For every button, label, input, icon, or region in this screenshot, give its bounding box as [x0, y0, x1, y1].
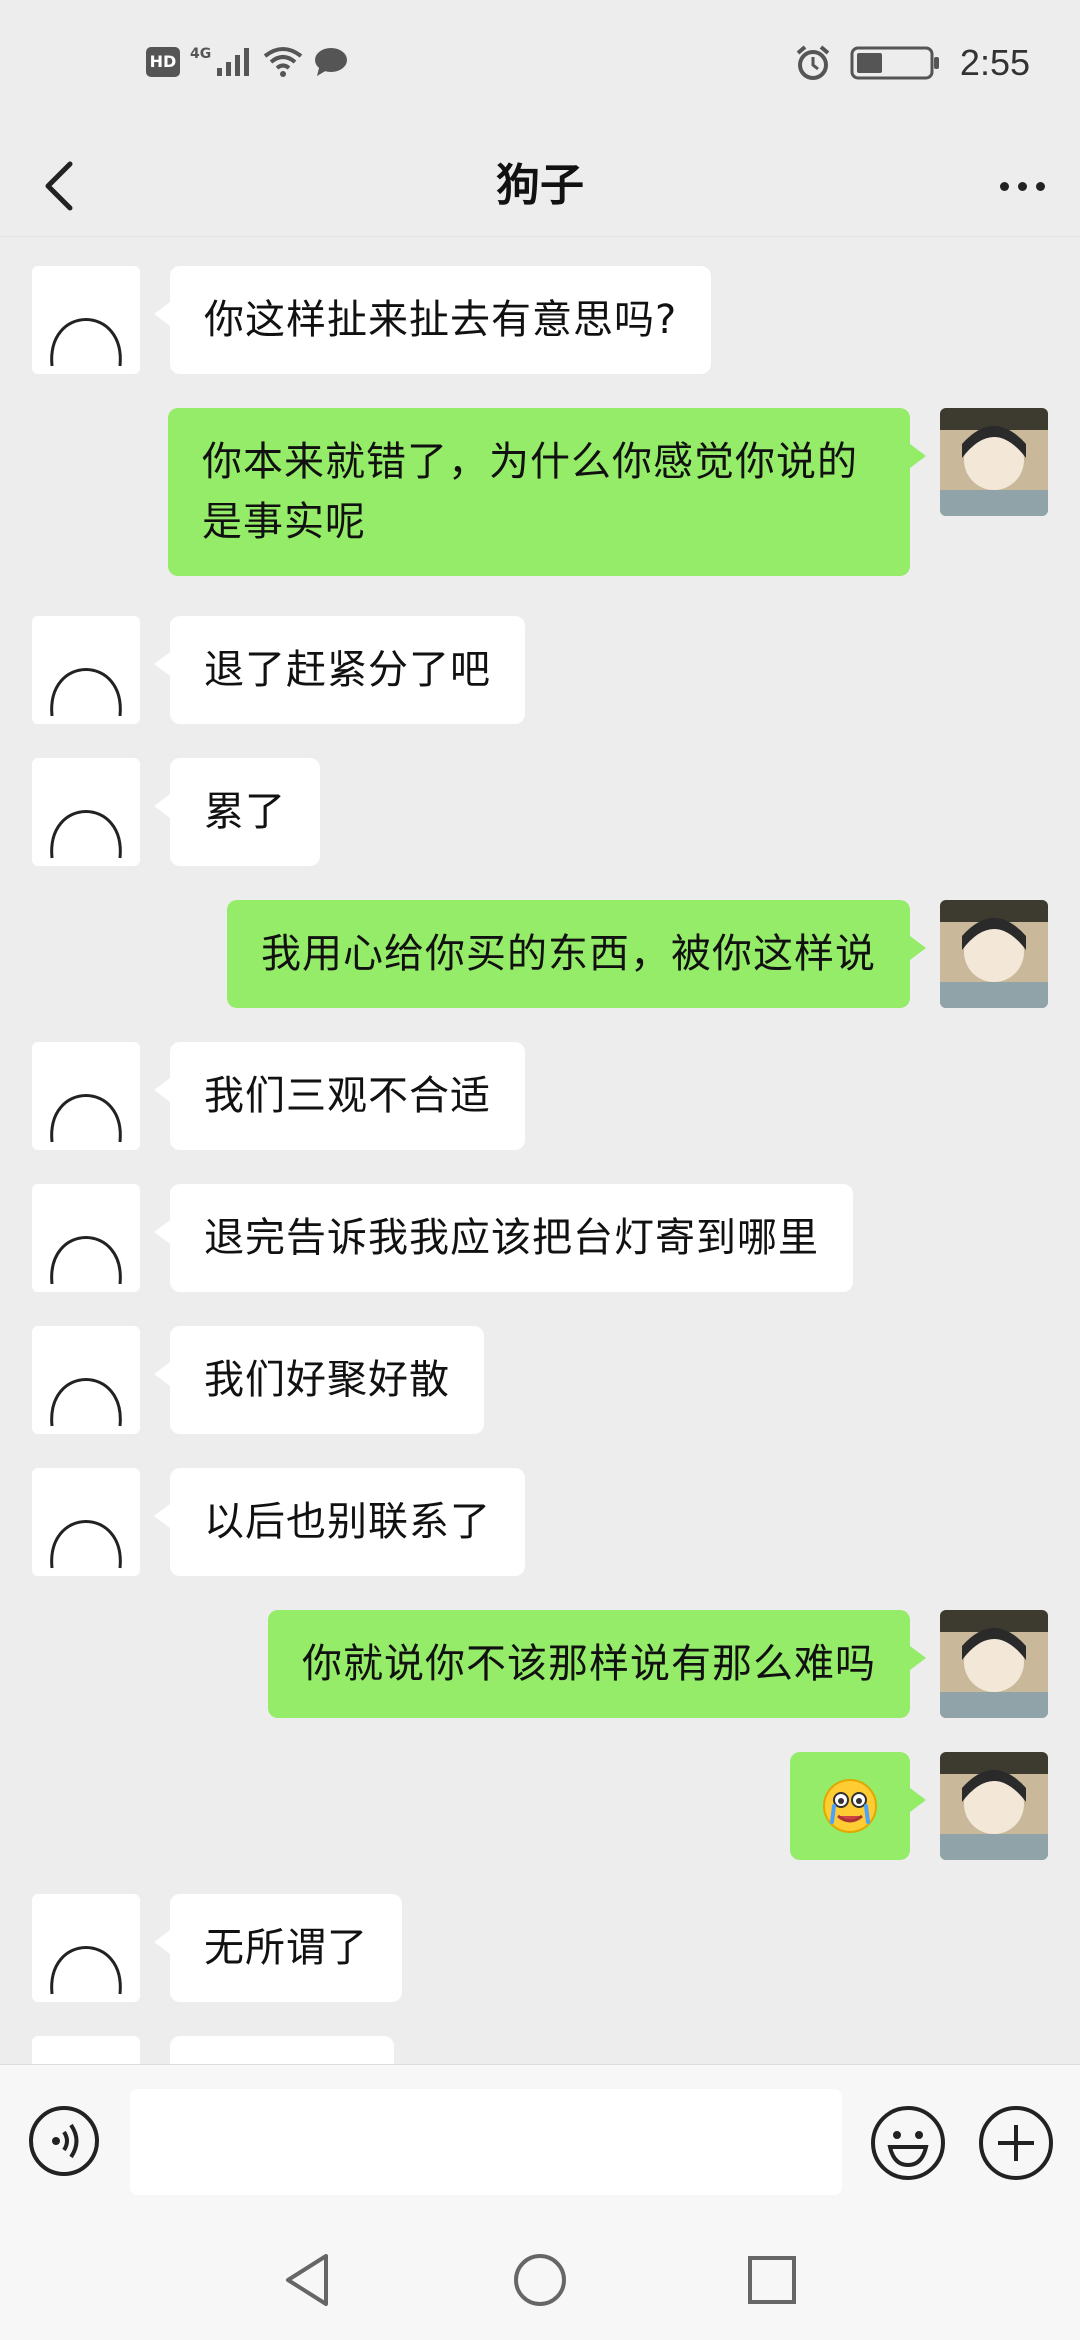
hd-badge: HD — [146, 47, 180, 77]
message-bubble[interactable]: 以后也别联系了 — [154, 1468, 525, 1576]
message-notification-icon — [315, 48, 348, 76]
message-bubble[interactable]: 你这样扯来扯去有意思吗? — [153, 266, 712, 374]
contact-avatar[interactable] — [32, 1894, 140, 2002]
status-icons-left: HD 4G — [146, 46, 349, 78]
message-bubble[interactable]: 退了赶紧分了吧 — [154, 616, 525, 724]
chat-title: 狗子 — [496, 160, 584, 211]
message-bubble[interactable]: 无所谓了 — [154, 1894, 402, 2002]
signal-icon — [217, 48, 250, 76]
contact-avatar[interactable] — [32, 758, 140, 866]
back-button[interactable] — [28, 150, 88, 222]
message-bubble[interactable]: 我们好聚好散 — [154, 1326, 484, 1434]
clock: 2:55 — [959, 42, 1030, 83]
contact-avatar[interactable] — [32, 2036, 140, 2064]
message-bubble[interactable]: 累了 — [154, 758, 320, 866]
message-input[interactable] — [130, 2089, 842, 2195]
alarm-icon — [796, 45, 830, 80]
message-bubble[interactable]: 退完告诉我我应该把台灯寄到哪里 — [154, 1184, 853, 1292]
emoji-button[interactable] — [870, 2105, 946, 2181]
input-bar — [0, 2064, 1080, 2221]
contact-avatar[interactable] — [32, 266, 140, 374]
battery-icon — [850, 46, 939, 80]
message-bubble[interactable]: 我们三观不合适 — [154, 1042, 525, 1150]
contact-avatar[interactable] — [32, 1468, 140, 1576]
my-avatar[interactable] — [940, 1610, 1048, 1718]
more-dots-icon — [999, 181, 1009, 191]
message-bubble[interactable]: 你本来就错了，为什么你感觉你说的是事实呢 — [168, 408, 926, 576]
my-avatar[interactable] — [940, 1752, 1048, 1860]
system-navigation-bar — [0, 2220, 1080, 2340]
message-list[interactable]: 你这样扯来扯去有意思吗? 你本来就错了，为什么你感觉你说的是事实呢 退了赶紧分了… — [0, 236, 1080, 2064]
my-avatar[interactable] — [940, 900, 1048, 1008]
message-bubble[interactable]: 我用心给你买的东西，被你这样说 — [227, 900, 926, 1008]
system-recents-button[interactable] — [740, 2248, 804, 2312]
message-bubble[interactable]: 你就说你不该那样说有那么难吗 — [268, 1610, 926, 1718]
more-button[interactable] — [988, 156, 1056, 216]
chevron-left-icon — [45, 161, 73, 211]
system-home-button[interactable] — [508, 2248, 572, 2312]
contact-avatar[interactable] — [32, 1326, 140, 1434]
wifi-icon — [264, 47, 303, 77]
chat-header: 狗子 — [0, 136, 1080, 237]
status-icons-right: 2:55 — [794, 42, 1030, 84]
status-bar: HD 4G 2:55 — [0, 0, 1080, 136]
contact-avatar[interactable] — [32, 1184, 140, 1292]
crying-laughing-face-icon — [823, 1779, 877, 1833]
emoji-message-bubble[interactable] — [790, 1752, 926, 1860]
voice-input-button[interactable] — [28, 2105, 100, 2177]
message-bubble[interactable] — [170, 2036, 394, 2064]
contact-avatar[interactable] — [32, 616, 140, 724]
my-avatar[interactable] — [940, 408, 1048, 516]
system-back-button[interactable] — [276, 2248, 340, 2312]
more-functions-button[interactable] — [978, 2105, 1054, 2181]
network-type: 4G — [190, 46, 212, 62]
contact-avatar[interactable] — [32, 1042, 140, 1150]
